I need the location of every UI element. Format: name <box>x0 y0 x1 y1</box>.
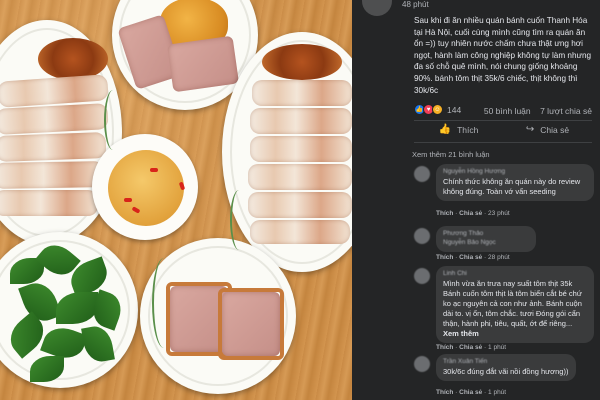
rice-roll <box>0 132 107 162</box>
comment-actions: Thích · Chia sẻ · 28 phút <box>436 254 510 261</box>
post-actions: 👍 Thích ↪ Chia sẻ <box>414 124 592 135</box>
share-icon: ↪ <box>525 124 535 135</box>
comment-like-button[interactable]: Thích <box>436 344 453 351</box>
share-button-label: Chia sẻ <box>540 124 570 135</box>
fresh-herbs <box>0 237 130 388</box>
avatar[interactable] <box>414 268 430 284</box>
fried-onion <box>262 44 342 80</box>
plate-pattern <box>104 90 122 150</box>
fried-onion <box>38 38 108 80</box>
like-button[interactable]: 👍 Thích <box>414 124 503 135</box>
comment-actions: Thích · Chia sẻ · 1 phút <box>436 389 507 396</box>
comment: Nguyễn Hồng Hương Chính thức không ăn qu… <box>414 164 596 216</box>
comment: Trần Xuân Tiến 30k/6c đúng đắt vãi nồi đ… <box>414 354 596 384</box>
comment-time: 28 phút <box>488 254 510 261</box>
rice-roll <box>250 136 352 162</box>
comment-bubble: Trần Xuân Tiến 30k/6c đúng đắt vãi nồi đ… <box>436 354 576 381</box>
like-button-label: Thích <box>457 124 479 135</box>
commenter-name[interactable]: Nguyễn Hồng Hương <box>443 168 587 175</box>
post-photo[interactable] <box>0 0 352 400</box>
reaction-count: 144 <box>447 104 462 115</box>
haha-icon: ☺ <box>432 104 443 115</box>
chili-slice <box>124 198 132 202</box>
post-text: Sau khi đi ăn nhiều quán bánh cuốn Thanh… <box>414 16 592 95</box>
comment-reply-button[interactable]: Chia sẻ <box>459 210 482 217</box>
comment-time: 1 phút <box>488 344 507 351</box>
divider <box>414 120 592 121</box>
author-avatar[interactable] <box>362 0 392 16</box>
pork-sausage-slice <box>166 35 240 93</box>
pork-sausage-slice <box>222 292 280 356</box>
comment-text: Mình vừa ăn trưa nay suất tôm thịt 35k B… <box>443 279 587 339</box>
comment-like-button[interactable]: Thích <box>436 254 453 261</box>
comment-reply-button[interactable]: Chia sẻ <box>459 389 482 396</box>
comment-text: Chính thức không ăn quán này do review k… <box>443 177 581 196</box>
thumbs-up-icon: 👍 <box>438 124 452 135</box>
comment-bubble: Nguyễn Hồng Hương Chính thức không ăn qu… <box>436 164 594 201</box>
comment-bubble: Linh Chi Mình vừa ăn trưa nay suất tôm t… <box>436 266 594 343</box>
share-count[interactable]: 7 lượt chia sẻ <box>540 106 592 116</box>
comment-reply-button[interactable]: Chia sẻ <box>459 344 482 351</box>
post-stats: 50 bình luận 7 lượt chia sẻ <box>484 106 592 116</box>
comment-reply-button[interactable]: Chia sẻ <box>459 254 482 261</box>
comment-bubble: Phương Thảo Nguyễn Bảo Ngọc <box>436 226 536 252</box>
rice-roll <box>0 161 105 189</box>
commenter-name[interactable]: Trần Xuân Tiến <box>443 358 569 365</box>
rice-roll <box>252 80 352 106</box>
comment-like-button[interactable]: Thích <box>436 210 453 217</box>
chili-slice <box>150 168 158 172</box>
comment: Phương Thảo Nguyễn Bảo Ngọc <box>414 226 596 256</box>
comment-time: 23 phút <box>488 210 510 217</box>
comment: Linh Chi Mình vừa ăn trưa nay suất tôm t… <box>414 266 596 343</box>
comment-actions: Thích · Chia sẻ · 23 phút <box>436 210 510 217</box>
commenter-name[interactable]: Phương Thảo <box>443 230 529 237</box>
view-more-comments[interactable]: Xem thêm 21 bình luận <box>412 150 490 159</box>
post-panel: 48 phút Sau khi đi ăn nhiều quán bánh cu… <box>352 0 600 400</box>
post-time[interactable]: 48 phút <box>402 0 429 9</box>
divider <box>414 142 592 143</box>
comment-count[interactable]: 50 bình luận <box>484 106 531 116</box>
avatar[interactable] <box>414 356 430 372</box>
comment-text-body: Mình vừa ăn trưa nay suất tôm thịt 35k B… <box>443 279 582 328</box>
see-more-link[interactable]: Xem thêm <box>443 329 479 338</box>
avatar[interactable] <box>414 228 430 244</box>
plate-pattern <box>230 190 248 250</box>
rice-roll <box>250 108 352 134</box>
rice-roll <box>248 164 352 190</box>
share-button[interactable]: ↪ Chia sẻ <box>503 124 592 135</box>
rice-roll <box>250 220 350 244</box>
comment-text: 30k/6c đúng đắt vãi nồi đồng hương)) <box>443 367 569 376</box>
comment-time: 1 phút <box>488 389 507 396</box>
fish-sauce <box>108 150 184 226</box>
comment-actions: Thích · Chia sẻ · 1 phút <box>436 344 507 351</box>
avatar[interactable] <box>414 166 430 182</box>
rice-roll <box>248 192 352 218</box>
rice-roll <box>0 190 98 216</box>
comment-like-button[interactable]: Thích <box>436 389 453 396</box>
tagged-name[interactable]: Nguyễn Bảo Ngọc <box>443 239 529 246</box>
commenter-name[interactable]: Linh Chi <box>443 270 587 277</box>
reactions-summary[interactable]: 👍 ♥ ☺ 144 <box>414 104 461 115</box>
